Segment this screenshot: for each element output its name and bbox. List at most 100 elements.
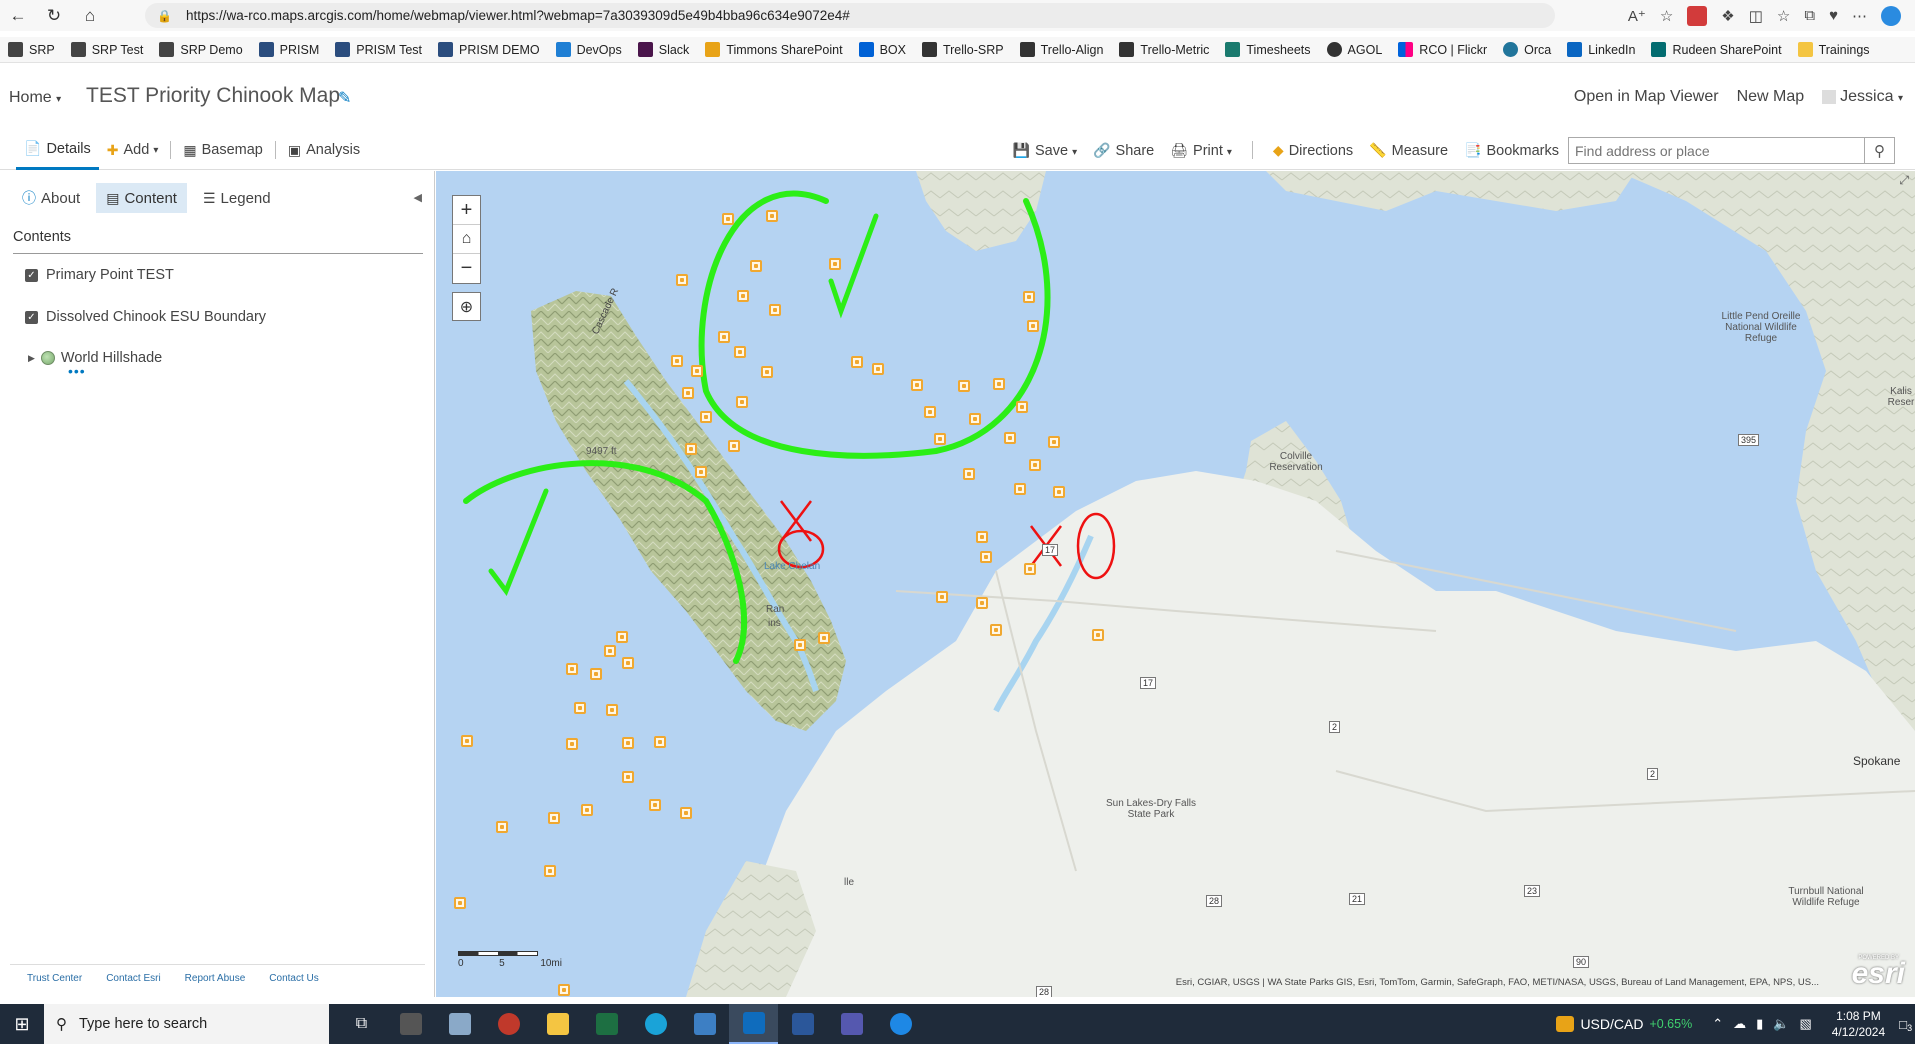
map-point[interactable] [1092,629,1104,641]
map-point[interactable] [685,443,697,455]
map-point[interactable] [911,379,923,391]
zoom-in-button[interactable]: + [453,196,480,225]
bookmark-devops[interactable]: DevOps [555,42,622,57]
more-icon[interactable]: ⋯ [1852,7,1867,25]
map-point[interactable] [622,657,634,669]
refresh-icon[interactable]: ↻ [36,0,72,31]
tab-legend[interactable]: ☰ Legend [193,183,281,213]
app-icon[interactable] [484,1004,533,1044]
map-point[interactable] [574,702,586,714]
map-point[interactable] [581,804,593,816]
clock[interactable]: 1:08 PM 4/12/2024 [1832,1008,1885,1040]
map-point[interactable] [1027,320,1039,332]
tab-content[interactable]: ▤ Content [96,183,187,213]
map-point[interactable] [1023,291,1035,303]
map-point[interactable] [734,346,746,358]
map-point[interactable] [1029,459,1041,471]
map-point[interactable] [566,738,578,750]
basemap-button[interactable]: ▦ Basemap [175,130,271,170]
details-button[interactable]: 📄 Details [16,130,99,170]
pencil-edit-icon[interactable]: ✎ [338,88,351,108]
file-explorer-icon[interactable] [533,1004,582,1044]
outlook-icon[interactable] [729,1004,778,1044]
map-point[interactable] [700,411,712,423]
report-abuse-link[interactable]: Report Abuse [185,973,246,984]
bookmark-timesheets[interactable]: Timesheets [1225,42,1311,57]
bookmark-timmons[interactable]: Timmons SharePoint [705,42,843,57]
search-icon[interactable]: ⚲ [1864,138,1894,163]
map-point[interactable] [818,632,830,644]
copilot-icon[interactable] [1881,5,1901,26]
split-screen-icon[interactable]: ◫ [1749,7,1763,25]
bookmark-srp-test[interactable]: SRP Test [70,42,143,57]
share-button[interactable]: 🔗 Share [1093,142,1154,159]
map-point[interactable] [769,304,781,316]
contact-esri-link[interactable]: Contact Esri [106,973,160,984]
map-point[interactable] [980,551,992,563]
map-point[interactable] [1048,436,1060,448]
bookmark-srp[interactable]: SRP [8,42,55,57]
esri-logo[interactable]: esri [1852,957,1905,991]
map-point[interactable] [728,440,740,452]
open-in-map-viewer-link[interactable]: Open in Map Viewer [1574,88,1719,106]
map-point[interactable] [1016,401,1028,413]
trust-center-link[interactable]: Trust Center [27,973,82,984]
map-point[interactable] [737,290,749,302]
map-point[interactable] [616,631,628,643]
read-aloud-icon[interactable]: A⁺ [1628,7,1646,25]
analysis-button[interactable]: ▣ Analysis [280,130,368,170]
teams-icon[interactable] [827,1004,876,1044]
directions-button[interactable]: ◆ Directions [1273,142,1353,159]
layer-item[interactable]: ✓ Dissolved Chinook ESU Boundary [25,309,266,325]
more-options-icon[interactable]: ••• [68,363,86,379]
search-input[interactable] [1569,138,1864,163]
app-icon[interactable] [876,1004,925,1044]
map-point[interactable] [963,468,975,480]
bookmark-slack[interactable]: Slack [637,42,689,57]
home-menu[interactable]: Home ▾ [9,89,61,107]
map-point[interactable] [766,210,778,222]
map-point[interactable] [829,258,841,270]
checkbox-checked-icon[interactable]: ✓ [25,268,38,282]
map-point[interactable] [496,821,508,833]
windows-start-icon[interactable]: ⊞ [0,1004,44,1044]
cloud-icon[interactable]: ☁ [1733,1016,1746,1032]
bookmark-trello-align[interactable]: Trello-Align [1019,42,1103,57]
map-point[interactable] [680,807,692,819]
map-point[interactable] [1004,432,1016,444]
map-point[interactable] [606,704,618,716]
map-point[interactable] [682,387,694,399]
bookmark-orca[interactable]: Orca [1503,42,1551,57]
expand-triangle-icon[interactable]: ▶ [28,353,35,364]
map-point[interactable] [969,413,981,425]
map-point[interactable] [976,597,988,609]
zoom-out-button[interactable]: − [453,254,480,283]
extension-icon[interactable] [1687,5,1708,26]
contact-us-link[interactable]: Contact Us [269,973,318,984]
app-icon[interactable] [386,1004,435,1044]
chevron-up-icon[interactable]: ⌃ [1712,1016,1723,1032]
bookmark-linkedin[interactable]: LinkedIn [1567,42,1635,57]
print-button[interactable]: 🖨 Print ▾ [1170,142,1232,159]
add-button[interactable]: ✚ Add ▾ [99,130,167,170]
map-point[interactable] [544,865,556,877]
layer-item[interactable]: ▶ World Hillshade [28,350,162,366]
map-point[interactable] [1024,563,1036,575]
address-bar[interactable]: 🔒 https://wa-rco.maps.arcgis.com/home/we… [145,3,1555,28]
map-point[interactable] [722,213,734,225]
map-point[interactable] [718,331,730,343]
map-point[interactable] [622,771,634,783]
map-point[interactable] [976,531,988,543]
map-point[interactable] [671,355,683,367]
checkbox-checked-icon[interactable]: ✓ [25,310,38,324]
bookmark-prism-demo[interactable]: PRISM DEMO [438,42,540,57]
map-point[interactable] [454,897,466,909]
task-view-icon[interactable]: ⧉ [337,1004,386,1044]
favorites-icon[interactable]: ☆ [1777,7,1790,25]
map-point[interactable] [695,466,707,478]
map-view[interactable]: Little Pend Oreille National Wildlife Re… [436,171,1915,997]
map-point[interactable] [566,663,578,675]
map-point[interactable] [604,645,616,657]
home-icon[interactable]: ⌂ [72,0,108,31]
map-point[interactable] [590,668,602,680]
